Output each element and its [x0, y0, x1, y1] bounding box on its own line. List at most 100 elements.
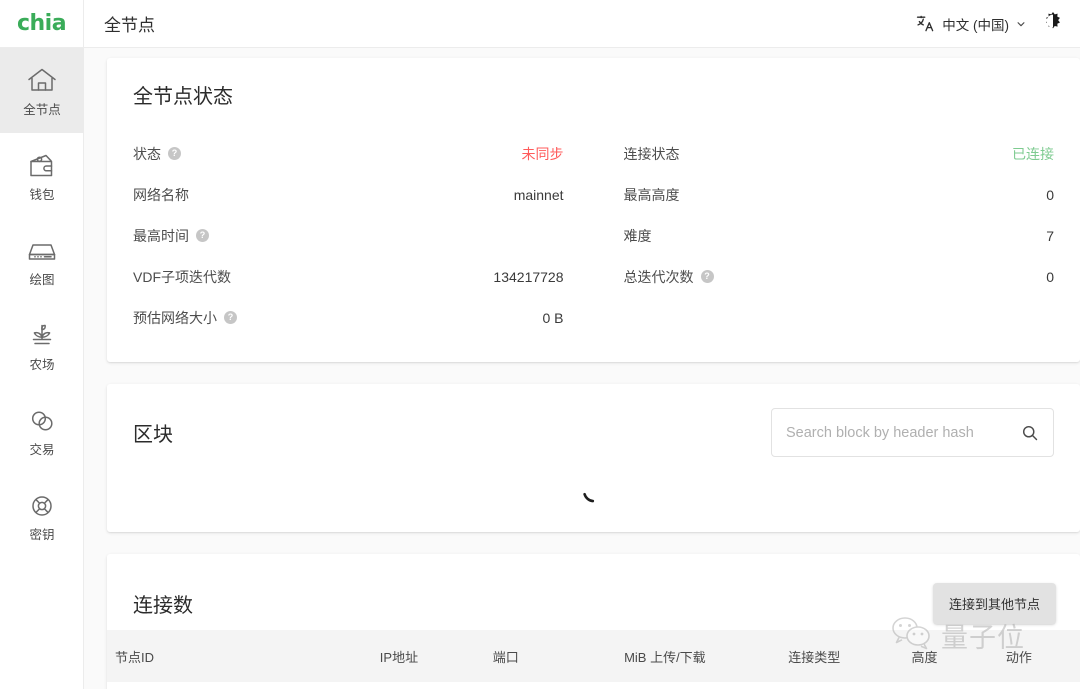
- blocks-card: 区块: [107, 384, 1080, 532]
- cell-height: [903, 682, 997, 689]
- main-content: 全节点状态 状态 ? 未同步 网络名称 mainnet: [84, 48, 1080, 689]
- farm-icon: [25, 320, 59, 352]
- sidebar-label-plots: 绘图: [29, 274, 54, 287]
- status-row-estimated-network-space: 预估网络大小 ? 0 B: [133, 297, 564, 338]
- table-header-row: 节点ID IP地址 端口 MiB 上传/下载 连接类型 高度 动作: [107, 630, 1080, 682]
- status-value-peak-height: 0: [1046, 187, 1054, 203]
- status-row-connection-status: 连接状态 已连接: [624, 133, 1055, 174]
- home-icon: [25, 65, 59, 97]
- status-label-vdf-sub-slot-iters: VDF子项迭代数: [133, 267, 231, 287]
- sidebar-label-keys: 密钥: [29, 529, 54, 542]
- status-label-peak-height: 最高高度: [624, 185, 680, 205]
- cell-mib: 0.0/0.0: [616, 682, 780, 689]
- help-icon[interactable]: ?: [224, 311, 237, 324]
- chevron-down-icon[interactable]: [1016, 19, 1026, 29]
- status-value-total-iterations: 0: [1046, 269, 1054, 285]
- connections-table: 节点ID IP地址 端口 MiB 上传/下载 连接类型 高度 动作 0xbed7…: [107, 630, 1080, 689]
- trade-icon: [25, 405, 59, 437]
- label-text: 连接状态: [624, 144, 680, 164]
- app-root: chia 全节点 中文 (中国): [0, 0, 1080, 689]
- label-text: 难度: [624, 226, 652, 246]
- status-grid: 状态 ? 未同步 网络名称 mainnet 最高时间: [133, 133, 1054, 338]
- page-title: 全节点: [104, 11, 155, 36]
- connections-table-body: 0xbed7a735d27ff4943ad3150f88b6... 127.0.…: [107, 682, 1080, 689]
- status-label-connection-status: 连接状态: [624, 144, 680, 164]
- status-column-right: 连接状态 已连接 最高高度 0 难度 7: [594, 133, 1055, 338]
- top-bar-actions: 中文 (中国): [916, 8, 1066, 39]
- column-header-actions: 动作: [998, 630, 1080, 682]
- loading-spinner-icon: [581, 479, 607, 505]
- language-label: 中文 (中国): [942, 14, 1009, 34]
- search-icon[interactable]: [1021, 424, 1039, 442]
- help-icon[interactable]: ?: [196, 229, 209, 242]
- status-label-sync: 状态 ?: [133, 144, 181, 164]
- column-header-port: 端口: [485, 630, 616, 682]
- sidebar-item-full-node[interactable]: 全节点: [0, 48, 84, 133]
- column-header-mib: MiB 上传/下载: [616, 630, 780, 682]
- status-value-estimated-network-space: 0 B: [542, 310, 563, 326]
- status-label-peak-time: 最高时间 ?: [133, 226, 209, 246]
- sidebar-item-wallet[interactable]: 钱包: [0, 133, 84, 218]
- status-value-difficulty: 7: [1046, 228, 1054, 244]
- cell-node-id: 0xbed7a735d27ff4943ad3150f88b6...: [107, 682, 372, 689]
- cell-type: Farmer: [780, 682, 903, 689]
- dark-mode-toggle[interactable]: [1040, 8, 1066, 39]
- label-text: 网络名称: [133, 185, 189, 205]
- blocks-header: 区块: [107, 384, 1080, 457]
- plot-icon: [25, 235, 59, 267]
- help-icon[interactable]: ?: [168, 147, 181, 160]
- table-row: 0xbed7a735d27ff4943ad3150f88b6... 127.0.…: [107, 682, 1080, 689]
- cell-port: 59159/8447: [485, 682, 616, 689]
- sidebar-item-trade[interactable]: 交易: [0, 388, 84, 473]
- sidebar-item-farm[interactable]: 农场: [0, 303, 84, 388]
- status-value-network-name: mainnet: [514, 187, 564, 203]
- status-value-connection-status: 已连接: [1012, 144, 1054, 164]
- connections-card-title: 连接数: [133, 589, 193, 618]
- status-label-estimated-network-space: 预估网络大小 ?: [133, 308, 237, 328]
- wallet-icon: [25, 150, 59, 182]
- status-row-vdf-sub-slot-iters: VDF子项迭代数 134217728: [133, 256, 564, 297]
- status-row-total-iterations: 总迭代次数 ? 0: [624, 256, 1055, 297]
- column-header-type: 连接类型: [780, 630, 903, 682]
- blocks-card-title: 区块: [133, 418, 173, 447]
- status-row-sync: 状态 ? 未同步: [133, 133, 564, 174]
- status-column-left: 状态 ? 未同步 网络名称 mainnet 最高时间: [133, 133, 594, 338]
- label-text: 预估网络大小: [133, 308, 217, 328]
- blocks-loading-indicator: [107, 479, 1080, 505]
- label-text: 状态: [133, 144, 161, 164]
- block-search-box[interactable]: [771, 408, 1054, 457]
- status-label-network-name: 网络名称: [133, 185, 189, 205]
- sidebar-item-keys[interactable]: 密钥: [0, 473, 84, 558]
- sidebar-item-plots[interactable]: 绘图: [0, 218, 84, 303]
- sidebar-label-farm: 农场: [29, 359, 54, 372]
- status-label-total-iterations: 总迭代次数 ?: [624, 267, 714, 287]
- translate-icon: [916, 14, 935, 33]
- search-input[interactable]: [786, 425, 1013, 441]
- top-bar: chia 全节点 中文 (中国): [0, 0, 1080, 48]
- status-value-vdf-sub-slot-iters: 134217728: [493, 269, 563, 285]
- sidebar-label-full-node: 全节点: [23, 104, 61, 117]
- status-row-peak-time: 最高时间 ?: [133, 215, 564, 256]
- label-text: 最高时间: [133, 226, 189, 246]
- column-header-height: 高度: [903, 630, 997, 682]
- connections-header: 连接数 连接到其他节点: [107, 554, 1080, 630]
- connections-card: 连接数 连接到其他节点 节点ID IP地址 端口 MiB 上传/下载 连接类型 …: [107, 554, 1080, 689]
- app-logo[interactable]: chia: [0, 0, 84, 48]
- full-node-status-card: 全节点状态 状态 ? 未同步 网络名称 mainnet: [107, 58, 1080, 362]
- status-row-peak-height: 最高高度 0: [624, 174, 1055, 215]
- label-text: 最高高度: [624, 185, 680, 205]
- keys-icon: [25, 490, 59, 522]
- status-card-title: 全节点状态: [133, 80, 1054, 109]
- sidebar-label-wallet: 钱包: [29, 189, 54, 202]
- sidebar-label-trade: 交易: [29, 444, 54, 457]
- status-row-difficulty: 难度 7: [624, 215, 1055, 256]
- dark-mode-icon: [1042, 10, 1064, 37]
- label-text: VDF子项迭代数: [133, 267, 231, 287]
- cell-actions: [998, 682, 1080, 689]
- logo-text: chia: [17, 11, 66, 36]
- language-selector[interactable]: 中文 (中国): [916, 14, 1026, 34]
- status-value-sync: 未同步: [522, 144, 564, 164]
- connect-to-other-peers-button[interactable]: 连接到其他节点: [933, 583, 1056, 624]
- sidebar: 全节点 钱包: [0, 48, 84, 689]
- help-icon[interactable]: ?: [701, 270, 714, 283]
